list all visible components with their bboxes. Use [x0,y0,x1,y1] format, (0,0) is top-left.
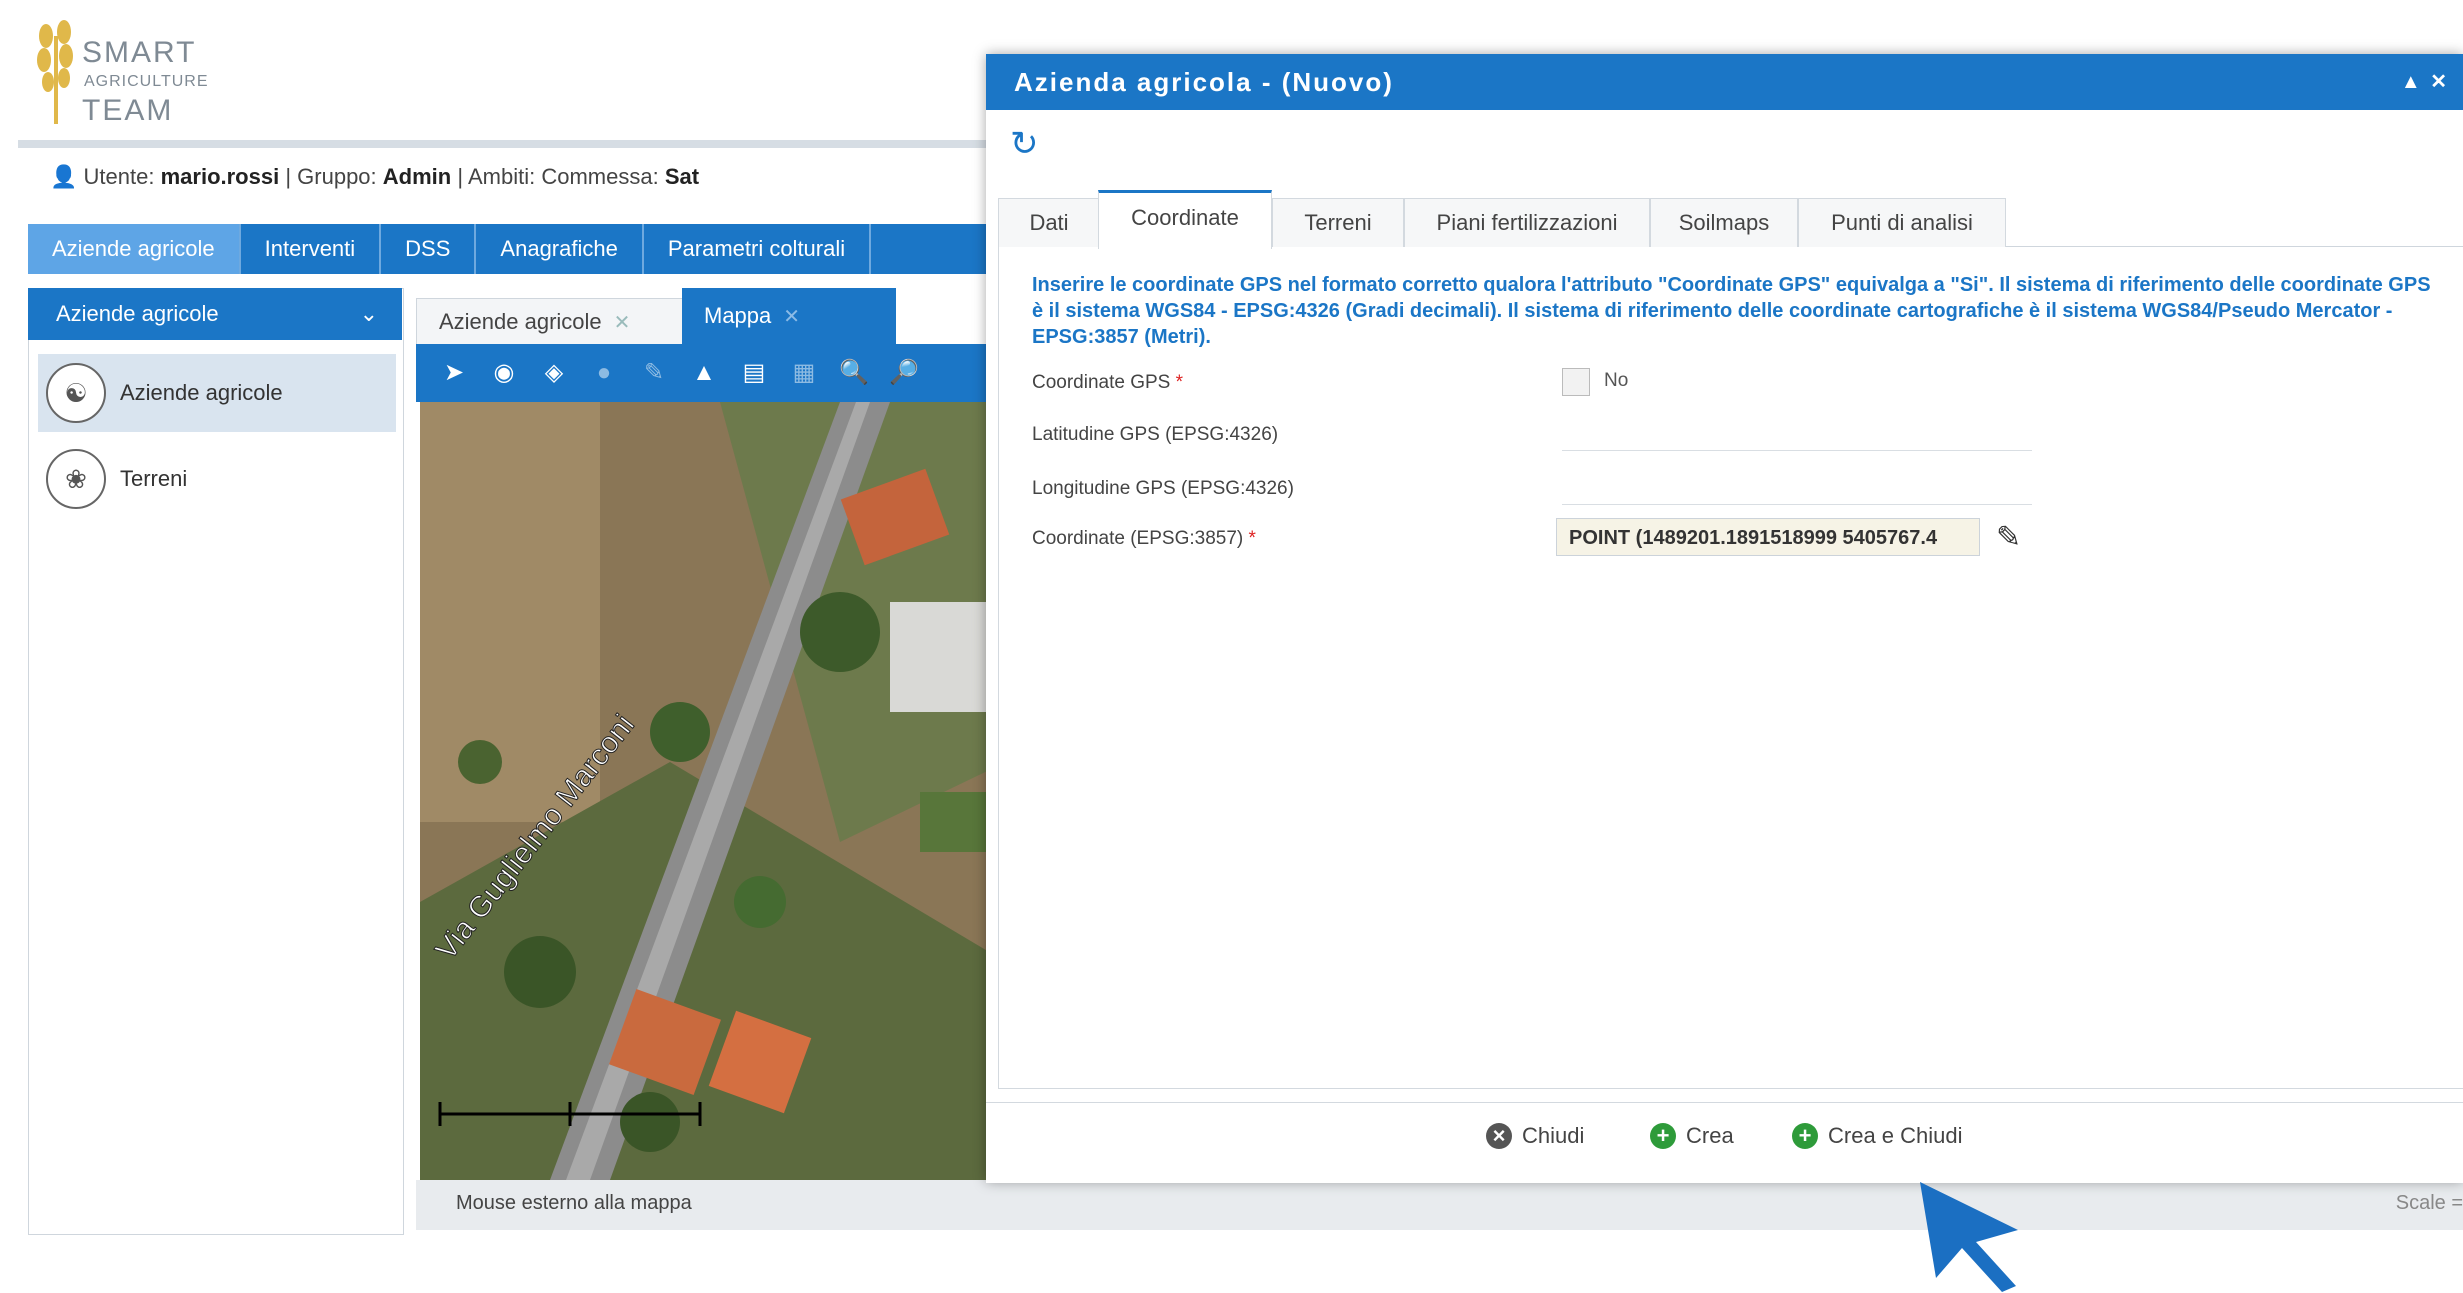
gps-label-text: Coordinate GPS [1032,372,1171,393]
zoom-in-icon[interactable]: 🔍 [836,355,872,391]
edit-icon[interactable]: ✎ [1996,520,2021,555]
globe-icon[interactable]: ◉ [486,355,522,391]
edit-icon[interactable]: ✎ [636,355,672,391]
user-icon: 👤 [50,164,78,189]
azienda-dialog: Azienda agricola - (Nuovo) ▲ ✕ ↻ Dati Co… [986,54,2463,1183]
lat-label: Latitudine GPS (EPSG:4326) [1032,424,1279,445]
gps-label: Coordinate GPS * [1032,372,1183,394]
add-circle-icon: + [1650,1123,1676,1149]
tab-piani-fertilizzazioni[interactable]: Piani fertilizzazioni [1404,198,1650,247]
scope-prefix: | Ambiti: Commessa: [457,164,659,189]
app-logo: SMART AGRICULTURE TEAM [30,12,250,132]
close-icon[interactable]: ✕ [614,312,631,334]
nav-aziende-agricole[interactable]: Aziende agricole [28,224,241,274]
info-text: Inserire le coordinate GPS nel formato c… [1032,274,2431,348]
dialog-title: Azienda agricola - (Nuovo) [1014,67,1394,97]
gps-checkbox[interactable] [1562,368,1590,396]
logo-text-team: TEAM [82,94,174,127]
tab-dati[interactable]: Dati [998,198,1100,247]
mouse-cursor-icon [1920,1182,2018,1292]
grid-icon[interactable]: ▦ [786,355,822,391]
map-tabbar: Aziende agricole ✕ Mappa ✕ [416,288,1016,346]
zoom-out-icon[interactable]: 🔎 [886,355,922,391]
header-divider [18,140,998,148]
tab-label: Mappa [704,303,772,328]
tab-punti-di-analisi[interactable]: Punti di analisi [1798,198,2006,247]
accordion-header[interactable]: Aziende agricole ⌄ [28,288,402,340]
chevron-down-icon[interactable]: ⌄ [360,288,378,340]
nav-anagrafiche[interactable]: Anagrafiche [476,224,644,274]
user-info-bar: 👤 Utente: mario.rossi | Gruppo: Admin | … [50,164,699,190]
tab-aziende-agricole[interactable]: Aziende agricole ✕ [416,298,692,346]
tab-terreni[interactable]: Terreni [1272,198,1404,247]
layer-icon[interactable]: ● [586,355,622,391]
window-controls-icon[interactable]: ▲ ✕ [2401,54,2449,110]
tab-label: Aziende agricole [439,309,602,334]
left-item-label: Aziende agricole [120,380,283,405]
aerial-imagery: Via Guglielmo Marconi [420,402,1006,1180]
measure-icon[interactable]: ▲ [686,355,722,391]
nav-parametri-colturali[interactable]: Parametri colturali [644,224,872,274]
wheat-logo-icon [37,20,73,124]
scale-label: Scale = [2395,1192,2463,1214]
coord-label: Coordinate (EPSG:3857) * [1032,528,1256,550]
pointer-icon[interactable]: ➤ [436,355,472,391]
close-button[interactable]: × Chiudi [1486,1123,1584,1149]
zoom-extent-icon[interactable]: ◈ [536,355,572,391]
tab-mappa[interactable]: Mappa ✕ [682,288,896,344]
mouse-position-status: Mouse esterno alla mappa [456,1192,692,1214]
required-marker: * [1175,372,1184,393]
logo-text-agriculture: AGRICULTURE [84,73,209,90]
left-item-label: Terreni [120,466,188,491]
left-item-aziende-agricole[interactable]: ☯ Aziende agricole [38,354,396,432]
tab-coordinate[interactable]: Coordinate [1098,190,1272,249]
close-icon[interactable]: ✕ [783,306,800,328]
logo-text-smart: SMART [82,36,197,69]
close-circle-icon: × [1486,1123,1512,1149]
dialog-tabbar: Dati Coordinate Terreni Piani fertilizza… [998,190,2463,249]
main-nav: Aziende agricole Interventi DSS Anagrafi… [28,224,1000,274]
coordinate-form [998,246,2463,1089]
refresh-icon[interactable]: ↻ [1010,124,1039,164]
username: mario.rossi [160,164,280,189]
print-icon[interactable]: ▤ [736,355,772,391]
lat-field[interactable] [1562,450,2032,451]
group-prefix: | Gruppo: [285,164,377,189]
coord-field[interactable]: POINT (1489201.1891518999 5405767.4 [1556,518,1980,556]
tab-soilmaps[interactable]: Soilmaps [1650,198,1798,247]
create-close-button[interactable]: + Crea e Chiudi [1792,1123,1963,1149]
nav-dss[interactable]: DSS [381,224,477,274]
map-canvas[interactable]: Via Guglielmo Marconi [420,402,1006,1180]
add-circle-icon: + [1792,1123,1818,1149]
create-close-button-label: Crea e Chiudi [1828,1123,1963,1148]
gps-checkbox-label: No [1604,370,1629,391]
map-toolbar: ➤ ◉ ◈ ● ✎ ▲ ▤ ▦ 🔍 🔎 [416,344,1006,402]
user-prefix: Utente: [83,164,155,189]
lon-field[interactable] [1562,504,2032,505]
dialog-footer: × Chiudi + Crea + Crea e Chiudi [986,1102,2463,1183]
dialog-header[interactable]: Azienda agricola - (Nuovo) ▲ ✕ [986,54,2463,110]
map-status-bar: Mouse esterno alla mappa Scale = [416,1180,2463,1230]
coord-label-text: Coordinate (EPSG:3857) [1032,528,1244,549]
lon-label: Longitudine GPS (EPSG:4326) [1032,478,1294,499]
required-marker: * [1248,528,1256,549]
create-button[interactable]: + Crea [1650,1123,1734,1149]
farm-icon: ☯ [46,363,106,423]
group-name: Admin [382,164,452,189]
close-button-label: Chiudi [1522,1123,1585,1148]
nav-interventi[interactable]: Interventi [241,224,382,274]
accordion-title: Aziende agricole [56,301,219,326]
create-button-label: Crea [1686,1123,1734,1148]
field-icon: ❀ [46,449,106,509]
scope-name: Sat [664,164,700,189]
left-item-terreni[interactable]: ❀ Terreni [38,440,396,518]
